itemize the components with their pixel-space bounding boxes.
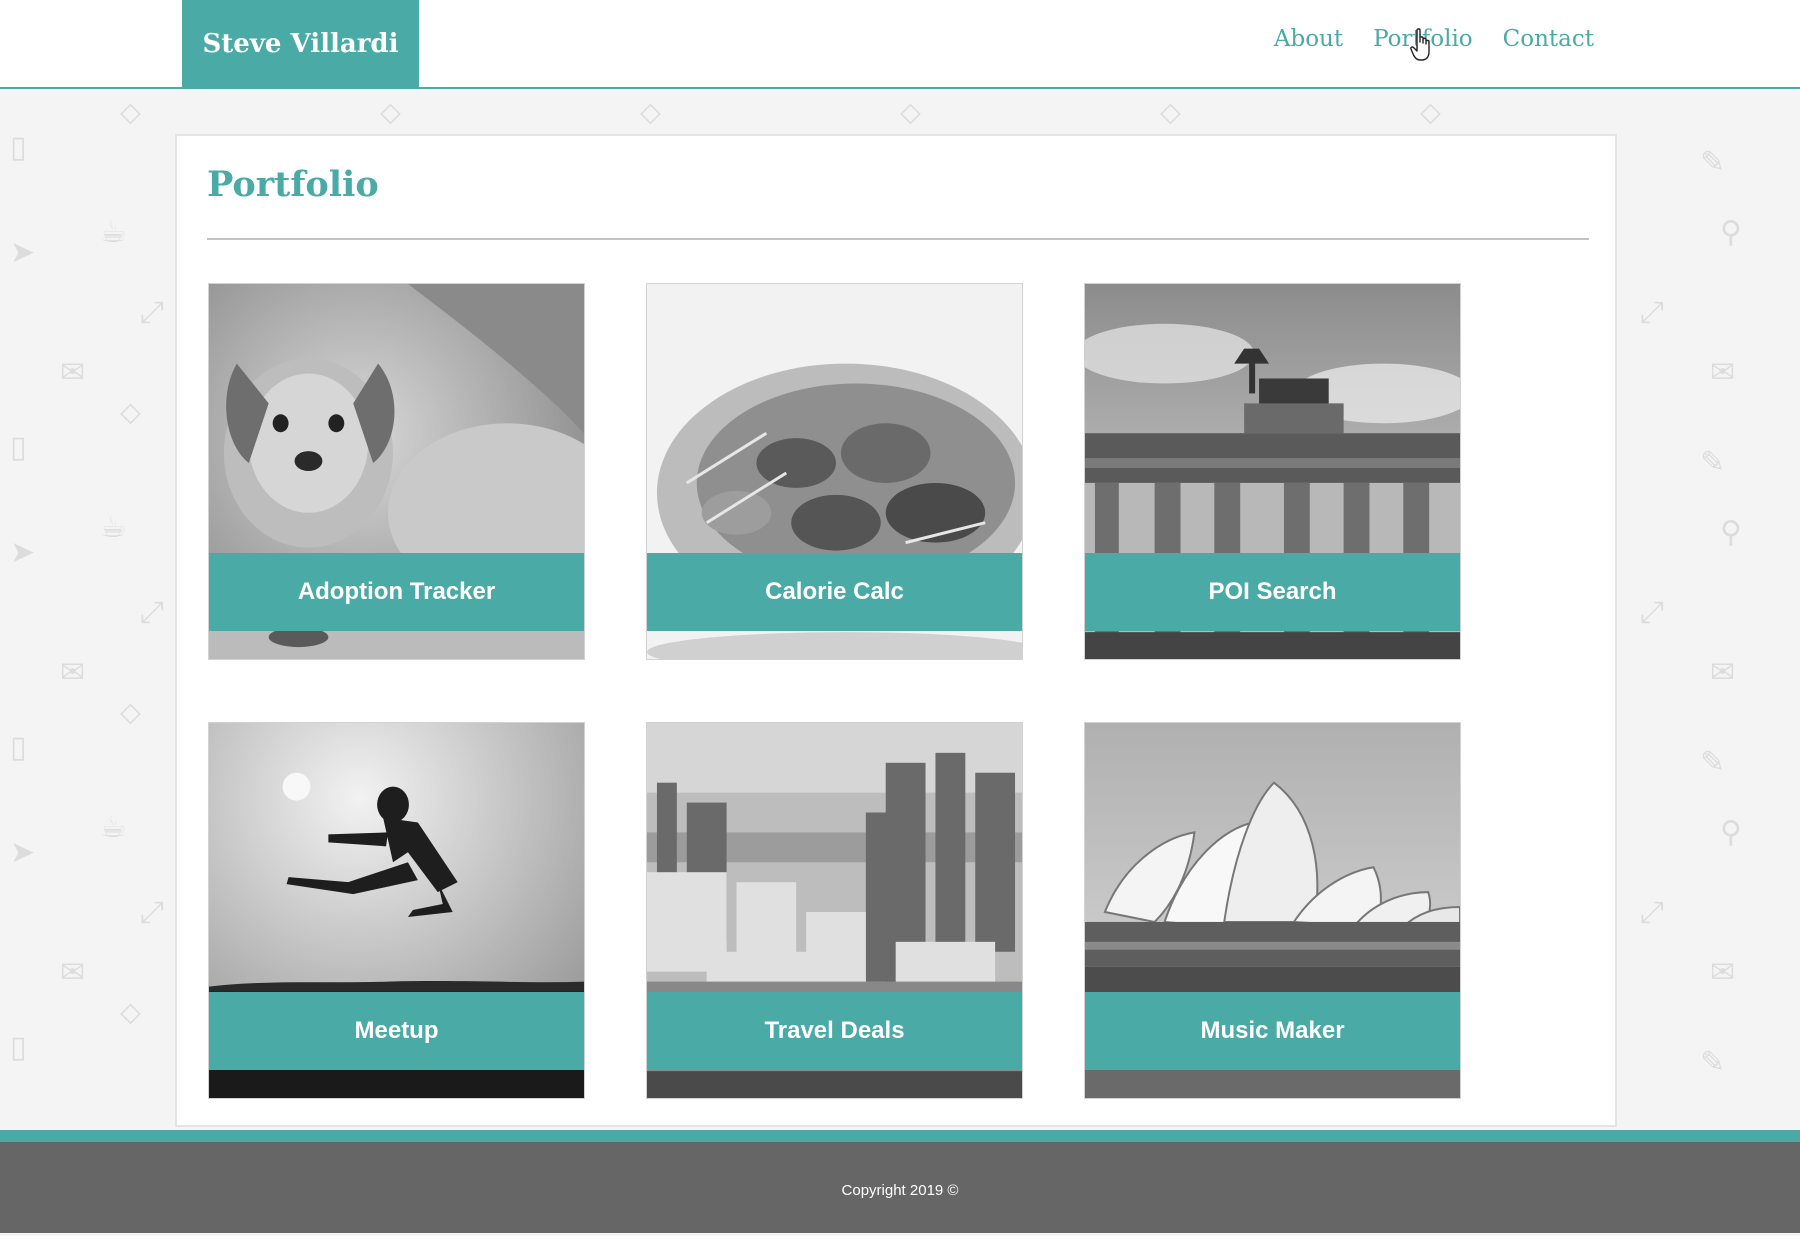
brand-logo[interactable]: Steve Villardi (182, 0, 419, 88)
project-title[interactable]: Travel Deals (647, 992, 1022, 1070)
project-grid: Adoption Tracker Calorie Calc POI Search… (208, 283, 1461, 1099)
project-title[interactable]: Calorie Calc (647, 553, 1022, 631)
main-nav: About Portfolio Contact (1274, 26, 1594, 52)
portfolio-panel: Portfolio Adoption Tracker Calorie Calc … (175, 134, 1617, 1127)
project-title[interactable]: Adoption Tracker (209, 553, 584, 631)
project-card-music-maker[interactable]: Music Maker (1084, 722, 1461, 1099)
project-title[interactable]: Music Maker (1085, 992, 1460, 1070)
project-card-travel-deals[interactable]: Travel Deals (646, 722, 1023, 1099)
page-title: Portfolio (207, 164, 379, 205)
site-footer: Copyright 2019 © (0, 1130, 1800, 1233)
copyright-text: Copyright 2019 © (841, 1182, 959, 1199)
project-card-meetup[interactable]: Meetup (208, 722, 585, 1099)
hand-cursor-icon (1410, 28, 1430, 61)
project-title[interactable]: Meetup (209, 992, 584, 1070)
nav-link-contact[interactable]: Contact (1503, 26, 1594, 52)
project-card-poi-search[interactable]: POI Search (1084, 283, 1461, 660)
project-card-calorie-calc[interactable]: Calorie Calc (646, 283, 1023, 660)
project-title[interactable]: POI Search (1085, 553, 1460, 631)
title-divider (207, 238, 1589, 240)
top-navigation-bar: Steve Villardi About Portfolio Contact (0, 0, 1800, 89)
project-card-adoption-tracker[interactable]: Adoption Tracker (208, 283, 585, 660)
nav-link-about[interactable]: About (1274, 26, 1343, 52)
